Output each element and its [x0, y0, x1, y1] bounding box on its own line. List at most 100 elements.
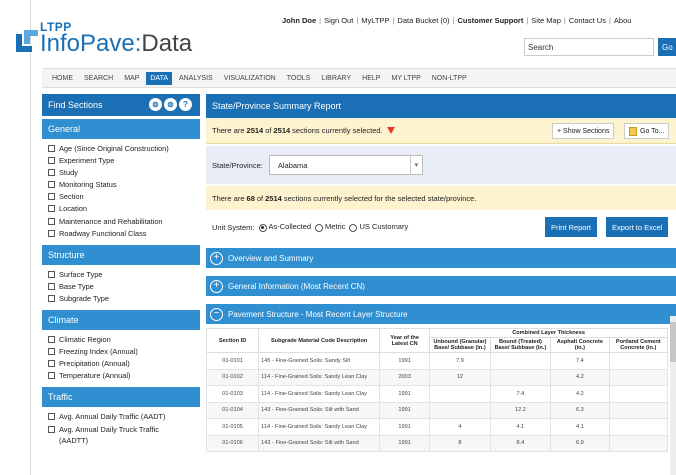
- goto-button[interactable]: Go To...: [624, 123, 670, 139]
- header-unbound[interactable]: Unbound (Granular) Base/ Subbase (in.): [429, 337, 491, 353]
- header-pcc[interactable]: Portland Cement Concrete (in.): [608, 337, 669, 353]
- utility-link[interactable]: Abou: [614, 16, 632, 25]
- section-header-structure[interactable]: Structure: [42, 244, 200, 265]
- checkbox[interactable]: [48, 348, 55, 356]
- unit-option-label[interactable]: US Customary: [359, 222, 408, 231]
- nav-item-search[interactable]: SEARCH: [80, 72, 117, 85]
- checkbox[interactable]: [48, 372, 55, 380]
- filter-checkbox-row[interactable]: Age (Since Original Construction): [48, 143, 200, 155]
- filter-checkbox-row[interactable]: Location: [48, 203, 200, 215]
- checkbox[interactable]: [48, 193, 55, 201]
- utility-link[interactable]: MyLTPP: [361, 16, 389, 25]
- nav-item-tools[interactable]: TOOLS: [283, 72, 315, 85]
- export-excel-button[interactable]: Export to Excel: [606, 217, 669, 237]
- scrollbar-thumb[interactable]: [670, 322, 676, 362]
- expand-icon[interactable]: +: [210, 279, 223, 293]
- checkbox[interactable]: [48, 169, 55, 177]
- checkbox-label: Roadway Functional Class: [59, 228, 147, 238]
- unit-option-label[interactable]: As-Collected: [269, 222, 312, 231]
- accordion-header[interactable]: + Overview and Summary: [206, 248, 676, 268]
- header-subgrade[interactable]: Subgrade Material Code Description: [258, 328, 381, 353]
- checkbox-label: Surface Type: [59, 269, 103, 279]
- filter-checkbox-row[interactable]: Temperature (Annual): [48, 370, 200, 382]
- header-section-id[interactable]: Section ID: [205, 328, 260, 353]
- checkbox[interactable]: [48, 425, 55, 433]
- header-asphalt[interactable]: Asphalt Concrete (in.): [550, 337, 610, 353]
- collapse-icon[interactable]: −: [210, 307, 223, 321]
- utility-link[interactable]: Customer Support: [457, 16, 523, 25]
- checkbox[interactable]: [48, 270, 55, 278]
- accordion-header[interactable]: − Pavement Structure - Most Recent Layer …: [206, 304, 676, 324]
- checkbox[interactable]: [48, 360, 55, 368]
- checkbox[interactable]: [48, 229, 55, 237]
- nav-item-analysis[interactable]: ANALYSIS: [175, 72, 217, 85]
- filter-checkbox-row[interactable]: Roadway Functional Class: [48, 228, 200, 240]
- filter-checkbox-row[interactable]: Climatic Region: [48, 334, 200, 346]
- save-icon[interactable]: ⊜: [149, 98, 162, 111]
- filter-checkbox-row[interactable]: Precipitation (Annual): [48, 358, 200, 370]
- go-button[interactable]: Go: [658, 38, 676, 56]
- utility-link[interactable]: Site Map: [531, 16, 561, 25]
- utility-link[interactable]: Contact Us: [569, 16, 606, 25]
- checkbox[interactable]: [48, 157, 55, 165]
- filter-checkbox-row[interactable]: Base Type: [48, 281, 200, 293]
- help-icon[interactable]: ?: [179, 98, 192, 111]
- filter-checkbox-row[interactable]: Maintenance and Rehabilitation: [48, 216, 200, 228]
- checkbox[interactable]: [48, 205, 55, 213]
- table-scrollbar[interactable]: [670, 316, 676, 475]
- table-cell: 8: [429, 434, 491, 452]
- print-report-button[interactable]: Print Report: [545, 217, 598, 237]
- utility-link[interactable]: John Doe: [282, 16, 316, 25]
- section-header-general[interactable]: General: [42, 119, 200, 139]
- nav-item-map[interactable]: MAP: [120, 72, 143, 85]
- nav-item-my-ltpp[interactable]: MY LTPP: [387, 72, 424, 85]
- filter-checkbox-row[interactable]: Study: [48, 167, 200, 179]
- infopave-logo[interactable]: LTPP InfoPave:Data: [12, 20, 252, 58]
- filter-checkbox-row[interactable]: Monitoring Status: [48, 179, 200, 191]
- unit-radio[interactable]: [349, 223, 358, 232]
- filter-checkbox-row[interactable]: Subgrade Type: [48, 293, 200, 305]
- checkbox[interactable]: [48, 336, 55, 344]
- show-sections-button[interactable]: + Show Sections: [552, 123, 615, 139]
- checkbox[interactable]: [48, 294, 55, 302]
- table-cell: [429, 401, 491, 419]
- nav-item-library[interactable]: LIBRARY: [317, 72, 355, 85]
- utility-link[interactable]: Data Bucket (0): [397, 16, 449, 25]
- filter-checkbox-row[interactable]: Experiment Type: [48, 155, 200, 167]
- header-year[interactable]: Year of the Latest CN: [379, 328, 431, 353]
- filter-icon[interactable]: [386, 127, 395, 134]
- state-info-bar: There are 68 of 2514 sections currently …: [206, 186, 676, 210]
- utility-separator: |: [563, 16, 566, 25]
- filter-checkbox-row[interactable]: Avg. Annual Daily Truck Traffic (AADTT): [48, 424, 200, 447]
- utility-link[interactable]: Sign Out: [324, 16, 353, 25]
- accordion-label: General Information (Most Recent CN): [228, 281, 365, 291]
- checkbox[interactable]: [48, 282, 55, 290]
- filter-checkbox-row[interactable]: Section: [48, 191, 200, 203]
- expand-icon[interactable]: +: [210, 251, 223, 265]
- nav-item-visualization[interactable]: VISUALIZATION: [220, 72, 280, 85]
- checkbox[interactable]: [48, 181, 55, 189]
- state-select[interactable]: Alabama ▾: [268, 155, 423, 175]
- filter-checkbox-row[interactable]: Avg. Annual Daily Traffic (AADT): [48, 411, 200, 423]
- checkbox[interactable]: [48, 217, 55, 225]
- checkbox[interactable]: [48, 145, 55, 152]
- accordion-header[interactable]: + General Information (Most Recent CN): [206, 276, 676, 296]
- unit-option-label[interactable]: Metric: [325, 222, 345, 231]
- section-header-climate[interactable]: Climate: [42, 310, 200, 331]
- table-cell: 7.9: [429, 352, 491, 370]
- filter-checkbox-row[interactable]: Surface Type: [48, 269, 200, 281]
- unit-radio[interactable]: [315, 223, 324, 232]
- filter-checkbox-row[interactable]: Freezing Index (Annual): [48, 346, 200, 358]
- nav-item-data[interactable]: DATA: [146, 71, 172, 85]
- nav-item-non-ltpp[interactable]: NON-LTPP: [428, 72, 471, 85]
- section-list: Surface Type Base Type Subgrade Type: [42, 265, 200, 307]
- search-input[interactable]: [524, 38, 654, 56]
- unit-radio[interactable]: [258, 223, 267, 232]
- section-header-traffic[interactable]: Traffic: [42, 387, 200, 408]
- nav-item-home[interactable]: HOME: [48, 72, 77, 85]
- table-cell: [489, 352, 552, 370]
- print-icon[interactable]: ⊜: [164, 98, 177, 111]
- checkbox[interactable]: [48, 413, 55, 421]
- header-bound[interactable]: Bound (Treated) Base/ Subbase (in.): [489, 337, 552, 353]
- nav-item-help[interactable]: HELP: [358, 72, 384, 85]
